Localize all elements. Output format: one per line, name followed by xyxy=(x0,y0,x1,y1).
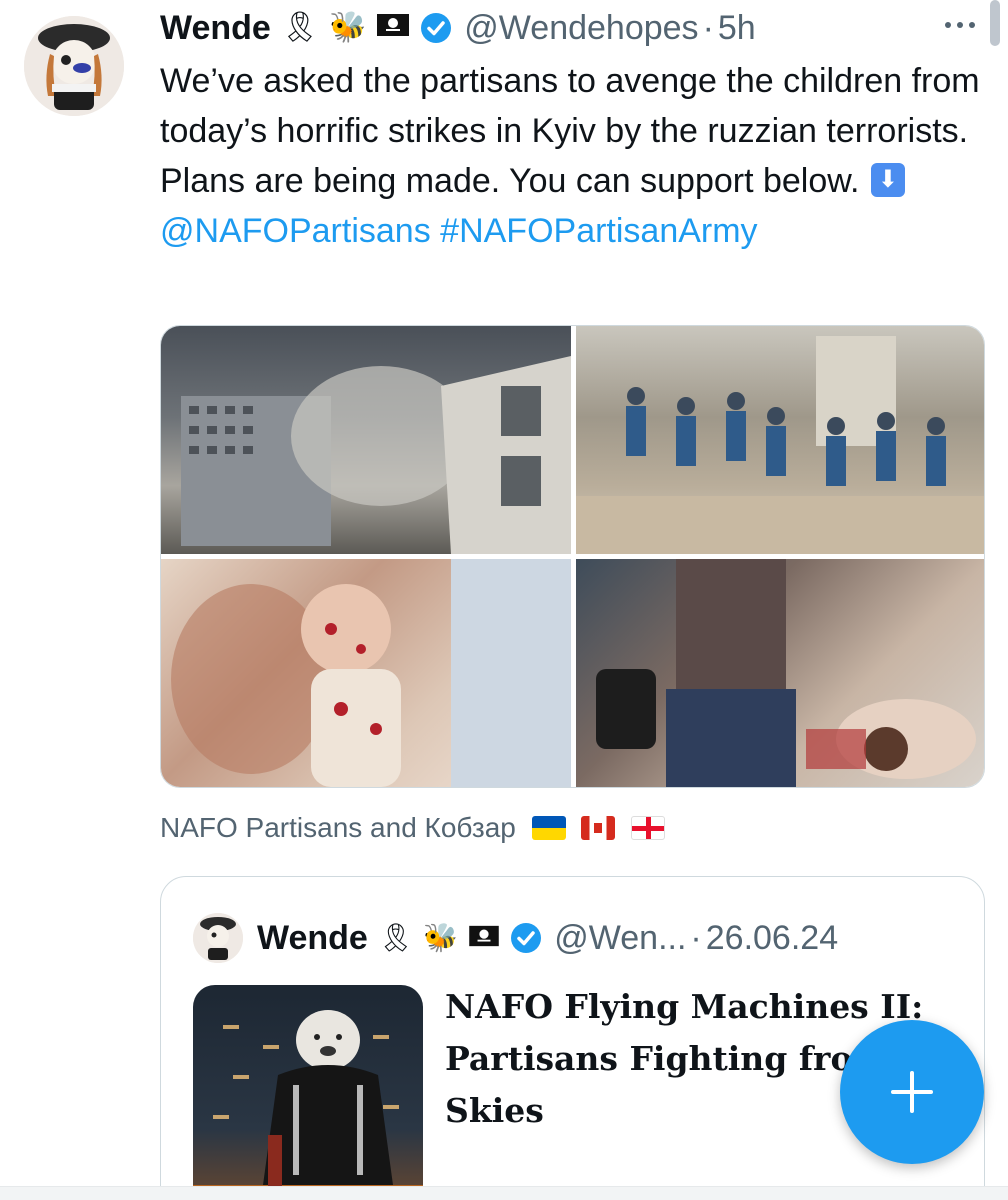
media-photo-3[interactable] xyxy=(161,559,571,787)
down-arrow-emoji xyxy=(870,163,905,197)
pirate-flag-emoji xyxy=(376,12,410,44)
tweet-header: Wende 🎗 🐝 @Wendehopes · 5h xyxy=(160,4,756,52)
hashtag-link[interactable]: #NAFOPartisanArmy xyxy=(440,212,757,250)
more-options-icon[interactable] xyxy=(938,10,982,40)
ukraine-flag-icon xyxy=(531,816,566,840)
verified-badge-icon xyxy=(421,13,452,43)
media-photo-1[interactable] xyxy=(161,326,571,554)
quoted-tweet-header: Wende 🎗 🐝 @Wen... · 26.06.24 xyxy=(257,913,838,963)
media-photo-4[interactable] xyxy=(576,559,984,787)
ribbon-emoji: 🎗 xyxy=(280,11,319,44)
media-caption-text: NAFO Partisans and Кобзар xyxy=(160,812,516,843)
canada-flag-icon xyxy=(581,816,616,840)
media-photo-2[interactable] xyxy=(576,326,984,554)
quoted-author-handle: @Wen... xyxy=(554,918,687,957)
bottom-divider xyxy=(0,1186,1008,1200)
mention-link[interactable]: @NAFOPartisans xyxy=(160,212,431,250)
tweet-body: We’ve asked the partisans to avenge the … xyxy=(160,62,980,200)
media-caption[interactable]: NAFO Partisans and Кобзар xyxy=(160,812,666,844)
georgia-flag-icon xyxy=(631,816,666,840)
bee-emoji: 🐝 xyxy=(328,11,367,44)
quoted-author-avatar xyxy=(193,913,243,963)
header-separator: · xyxy=(702,8,714,47)
scrollbar-thumb[interactable] xyxy=(990,0,1000,46)
quoted-author-name: Wende xyxy=(257,918,368,957)
bee-emoji: 🐝 xyxy=(423,922,459,953)
ribbon-emoji: 🎗 xyxy=(377,922,414,953)
pirate-flag-emoji xyxy=(468,924,500,953)
author-name[interactable]: Wende xyxy=(160,9,271,48)
author-avatar[interactable] xyxy=(24,16,124,116)
quoted-card-image[interactable] xyxy=(193,985,423,1200)
verified-badge-icon xyxy=(511,923,542,953)
media-grid xyxy=(160,325,985,788)
author-handle[interactable]: @Wendehopes xyxy=(464,9,698,48)
tweet-text: We’ve asked the partisans to avenge the … xyxy=(160,56,980,256)
quoted-tweet-date: 26.06.24 xyxy=(705,918,839,957)
tweet-timestamp[interactable]: 5h xyxy=(718,9,756,48)
quoted-header-separator: · xyxy=(690,918,702,957)
quoted-tweet[interactable]: Wende 🎗 🐝 @Wen... · 26.06.24 NAFO Flying… xyxy=(160,876,985,1200)
compose-plus-button[interactable] xyxy=(840,1020,984,1164)
